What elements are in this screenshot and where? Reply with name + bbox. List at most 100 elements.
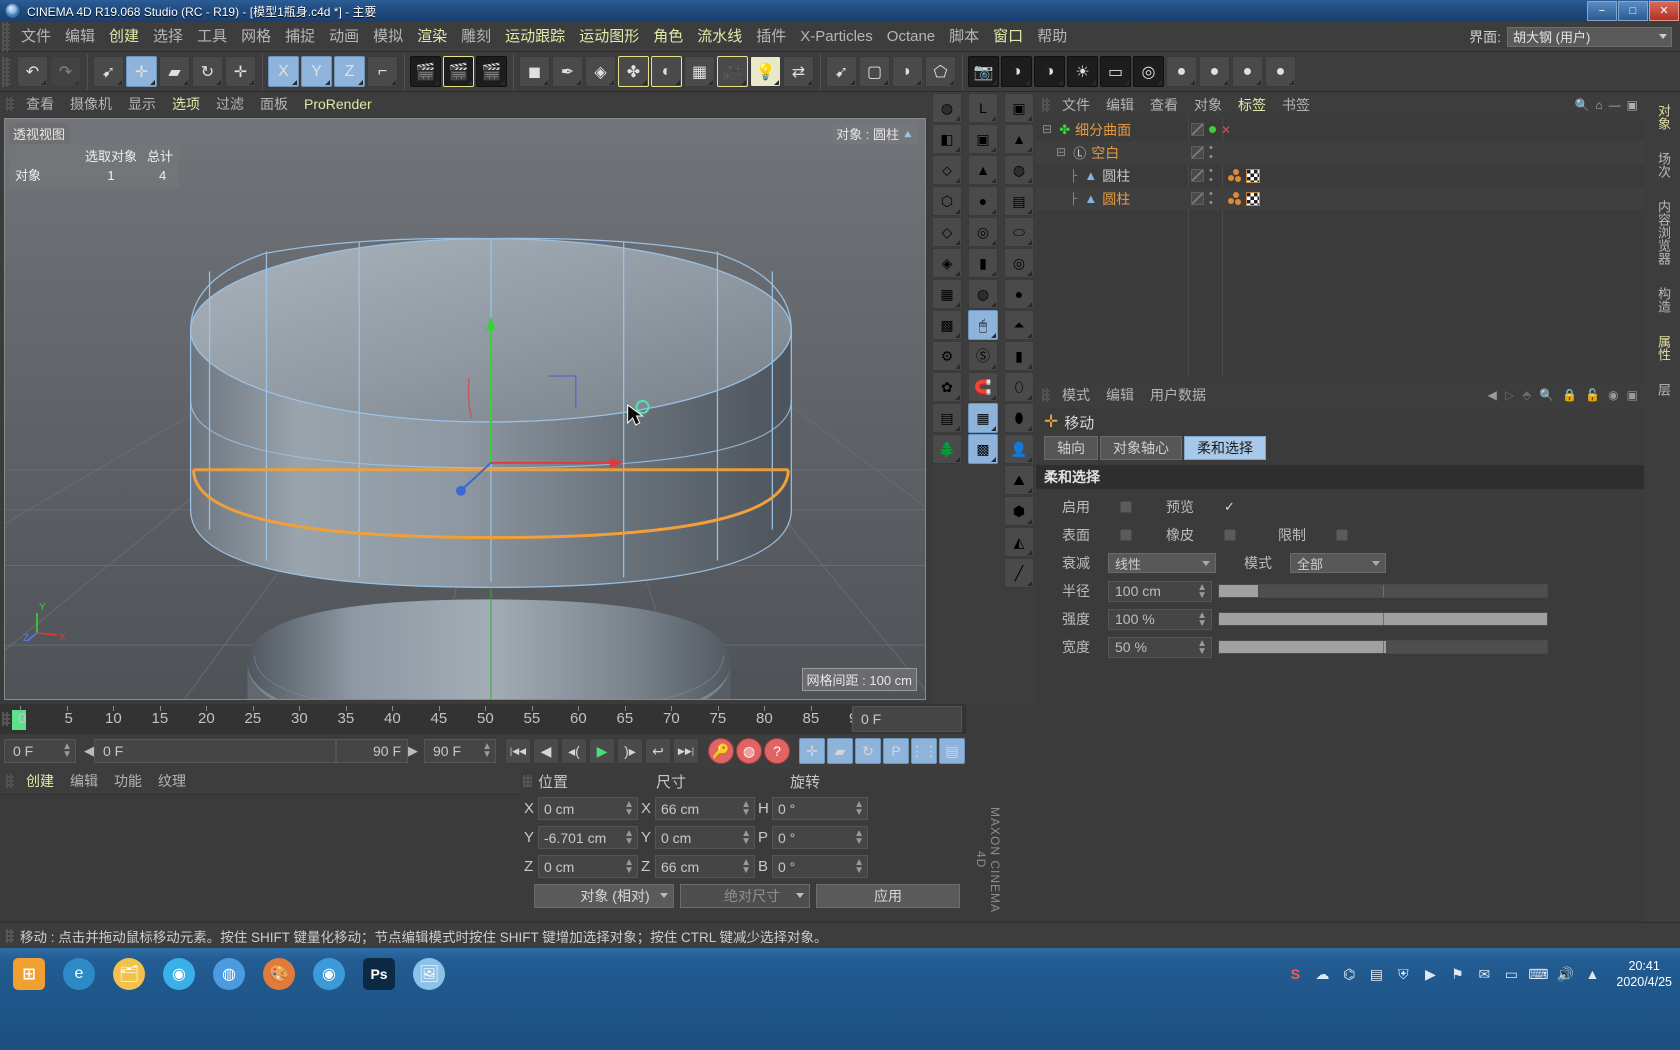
shading-lines-button[interactable]: ◑: [1034, 56, 1065, 87]
stepper-icon[interactable]: ▲ ▼: [854, 800, 864, 818]
light-button[interactable]: 💡: [750, 56, 781, 87]
close-button[interactable]: ✕: [1649, 1, 1679, 21]
object-visibility-controls[interactable]: • •: [1191, 165, 1213, 185]
spline-pen-button[interactable]: ✒: [552, 56, 583, 87]
record-parameter-button[interactable]: P: [883, 738, 909, 764]
stepper-icon[interactable]: ▲ ▼: [741, 858, 751, 876]
previous-key-button[interactable]: ◂(: [561, 738, 587, 764]
object-manager-menu-编辑[interactable]: 编辑: [1098, 95, 1142, 115]
c4d-app[interactable]: ◉: [306, 952, 352, 996]
coordinate-mode-select[interactable]: 对象 (相对): [534, 883, 674, 908]
attribute-tab-轴向[interactable]: 轴向: [1044, 436, 1098, 460]
object-visibility-controls[interactable]: ✕: [1191, 123, 1231, 137]
menu-角色[interactable]: 角色: [646, 22, 690, 52]
viewport-menu-显示[interactable]: 显示: [120, 94, 164, 114]
menu-运动跟踪[interactable]: 运动跟踪: [498, 22, 572, 52]
capsule-icon[interactable]: ▮: [1004, 341, 1034, 371]
viewport-menu-选项[interactable]: 选项: [164, 94, 208, 114]
rotate-tool-button[interactable]: ↻: [192, 56, 223, 87]
mode-select[interactable]: 全部: [1290, 553, 1386, 573]
chrome-browser[interactable]: ◍: [206, 952, 252, 996]
sphere-primitive-icon[interactable]: ●: [968, 186, 998, 216]
object-layer-box[interactable]: [1191, 146, 1204, 159]
menu-选择[interactable]: 选择: [146, 22, 190, 52]
deformer-button[interactable]: ◐: [651, 56, 682, 87]
model-mode-icon[interactable]: ◧: [932, 124, 962, 154]
menu-窗口[interactable]: 窗口: [986, 22, 1030, 52]
torus-primitive-icon[interactable]: ◎: [968, 217, 998, 247]
grid-lock-icon[interactable]: ▦: [968, 403, 998, 433]
lock-x-button[interactable]: X: [268, 56, 299, 87]
object-name[interactable]: 空白: [1091, 143, 1119, 163]
tree-expander-icon[interactable]: ├: [1036, 169, 1084, 183]
relief-icon[interactable]: ◭: [1004, 527, 1034, 557]
area-light-button[interactable]: ▭: [1100, 56, 1131, 87]
surface-checkbox[interactable]: [1120, 529, 1132, 541]
rectangle-selection-button[interactable]: ▢: [859, 56, 890, 87]
scale-tool-button[interactable]: ▰: [159, 56, 190, 87]
sphere-preview-3[interactable]: ●: [1232, 56, 1263, 87]
viewport-menu-面板[interactable]: 面板: [252, 94, 296, 114]
tree-expander-icon[interactable]: ⊟: [1036, 122, 1059, 137]
layout-icon[interactable]: ▣: [1627, 98, 1638, 112]
record-position-button[interactable]: ✛: [799, 738, 825, 764]
object-row[interactable]: ├ ▲ 圆柱 • •: [1036, 164, 1644, 187]
right-tab-构造[interactable]: 构造: [1651, 277, 1673, 323]
polygon-selection-button[interactable]: ⬠: [925, 56, 956, 87]
cloud-icon[interactable]: ☁: [1313, 965, 1331, 983]
mouse-icon[interactable]: 🖱: [968, 310, 998, 340]
menu-模拟[interactable]: 模拟: [366, 22, 410, 52]
preview-range-field[interactable]: 90 F ▲ ▼: [424, 739, 496, 763]
visibility-dots-icon[interactable]: • •: [1209, 188, 1213, 208]
menu-Octane[interactable]: Octane: [880, 22, 942, 52]
browser-360[interactable]: ◉: [156, 952, 202, 996]
play-backwards-button[interactable]: ◀: [533, 738, 559, 764]
object-tags[interactable]: [1228, 191, 1260, 206]
timeline-settings-button[interactable]: ▤: [939, 738, 965, 764]
lock-z-button[interactable]: Z: [334, 56, 365, 87]
nurbs-button[interactable]: ◈: [585, 56, 616, 87]
disabled-x-icon[interactable]: ✕: [1221, 123, 1231, 137]
attribute-tab-对象轴心[interactable]: 对象轴心: [1100, 436, 1182, 460]
material-menu-编辑[interactable]: 编辑: [62, 771, 106, 791]
tube-primitive-icon[interactable]: ◍: [968, 279, 998, 309]
stepper-icon[interactable]: ▲ ▼: [624, 858, 634, 876]
keyboard-icon[interactable]: ⌨: [1528, 965, 1548, 983]
object-visibility-controls[interactable]: • •: [1191, 142, 1213, 162]
checker-tag-icon[interactable]: [1246, 191, 1260, 206]
magnet-icon[interactable]: 🧲: [968, 372, 998, 402]
object-axis-icon[interactable]: ⬦: [932, 155, 962, 185]
cone-primitive-icon[interactable]: ▲: [968, 155, 998, 185]
sphere-preview-1[interactable]: ●: [1166, 56, 1197, 87]
stepper-icon[interactable]: ▲ ▼: [1197, 582, 1207, 600]
material-menu-功能[interactable]: 功能: [106, 771, 150, 791]
search-icon[interactable]: 🔍: [1574, 98, 1589, 112]
attribute-tab-柔和选择[interactable]: 柔和选择: [1184, 436, 1266, 460]
camera-icon-button[interactable]: 📷: [968, 56, 999, 87]
back-arrow-icon[interactable]: ◀: [1488, 388, 1497, 402]
menu-动画[interactable]: 动画: [322, 22, 366, 52]
undo-button[interactable]: ↶: [17, 56, 48, 87]
uv-points-icon[interactable]: ▦: [932, 279, 962, 309]
play-forward-button[interactable]: ▶: [589, 738, 615, 764]
menu-X-Particles[interactable]: X-Particles: [793, 22, 880, 52]
size-input[interactable]: 66 cm ▲ ▼: [655, 855, 755, 878]
oil-tank-icon[interactable]: ⬮: [1004, 403, 1034, 433]
file-explorer[interactable]: 🗂: [106, 952, 152, 996]
preview-checkbox[interactable]: ✓: [1224, 499, 1235, 515]
forward-arrow-icon[interactable]: ▷: [1505, 388, 1514, 402]
battery-icon[interactable]: ▭: [1502, 965, 1520, 983]
start-button[interactable]: ⊞: [6, 952, 52, 996]
viewport-menu-过滤[interactable]: 过滤: [208, 94, 252, 114]
visibility-dots-icon[interactable]: • •: [1209, 165, 1213, 185]
radius-input[interactable]: 100 cm ▲ ▼: [1108, 580, 1212, 602]
size-input[interactable]: 0 cm ▲ ▼: [655, 826, 755, 849]
render-settings-button[interactable]: 🎬: [476, 56, 507, 87]
interface-select[interactable]: 胡大钢 (用户): [1507, 26, 1672, 47]
menu-运动图形[interactable]: 运动图形: [572, 22, 646, 52]
stepper-icon[interactable]: ▲ ▼: [482, 742, 492, 760]
viewer-app[interactable]: 🖼: [406, 952, 452, 996]
right-tab-属性[interactable]: 属性: [1651, 325, 1673, 371]
render-to-picture-viewer-button[interactable]: 🎬: [443, 56, 474, 87]
checker-tag-icon[interactable]: [1246, 168, 1260, 183]
